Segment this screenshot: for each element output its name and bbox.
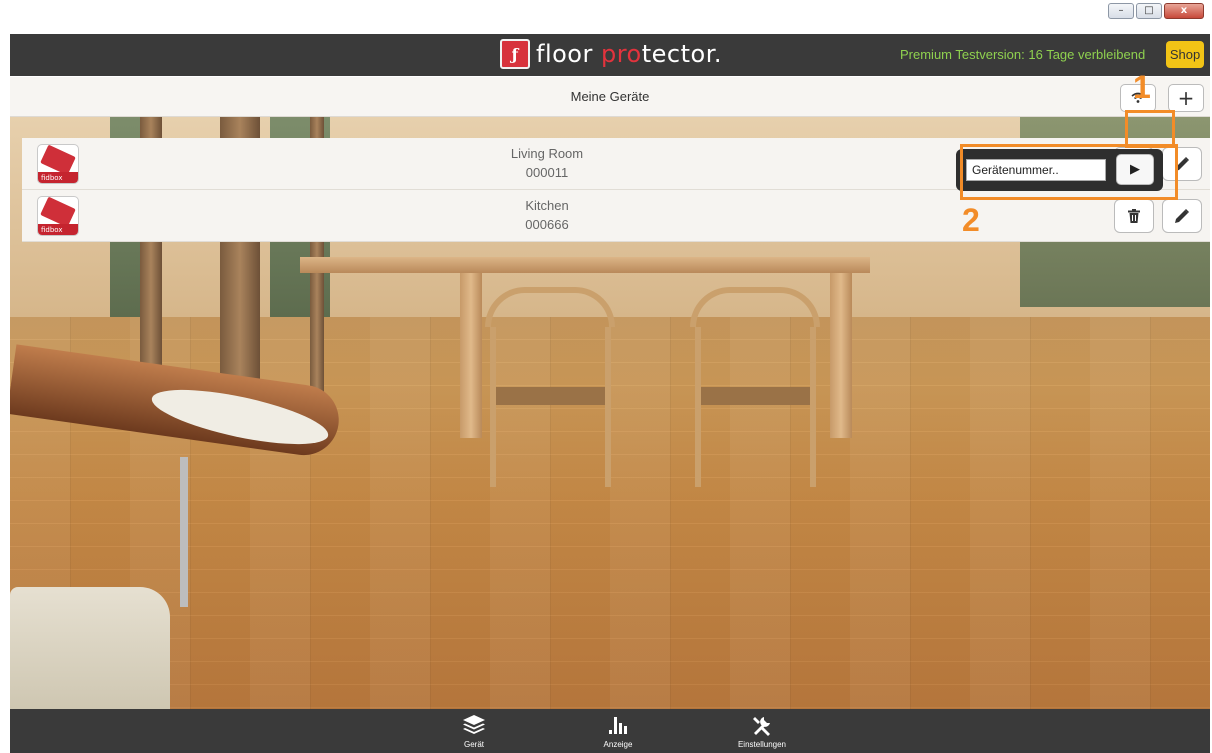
nav-label-einstellungen: Einstellungen [737,740,787,749]
close-button[interactable]: x [1164,3,1204,19]
nav-item-geraet[interactable]: Gerät [429,712,519,749]
device-id: 000666 [525,217,569,232]
pencil-icon [1175,209,1189,223]
nav-item-anzeige[interactable]: Anzeige [573,712,663,749]
logo-mark-icon: ƒ [500,39,530,69]
window-controls: – □ x [1108,3,1204,19]
nav-label-anzeige: Anzeige [603,740,633,749]
logo-text-tector: tector. [641,40,723,68]
device-number-input[interactable] [966,159,1106,181]
device-number-popup: ▶ [956,149,1163,191]
edit-device-button[interactable] [1162,199,1202,233]
play-icon: ▶ [1130,162,1140,177]
premium-trial-text: Premium Testversion: 16 Tage verbleibend [900,47,1146,62]
app-window: ƒ floor protector. Premium Testversion: … [10,34,1210,753]
device-name: Kitchen [525,198,569,213]
nav-item-einstellungen[interactable]: Einstellungen [717,712,807,749]
trash-icon [1128,209,1140,223]
shop-button[interactable]: Shop [1166,41,1204,68]
add-device-button[interactable]: + [1168,84,1204,112]
delete-device-button[interactable] [1114,199,1154,233]
logo-text: floor protector. [536,40,722,68]
logo: ƒ floor protector. [500,39,722,69]
minimize-button[interactable]: – [1108,3,1134,19]
device-name: Living Room [510,146,584,161]
annotation-number-2: 2 [962,202,980,238]
top-bar: ƒ floor protector. Premium Testversion: … [10,34,1210,76]
edit-device-button[interactable] [1162,147,1202,181]
annotation-number-1: 1 [1133,69,1151,105]
device-id: 000011 [525,165,569,180]
logo-text-floor: floor [536,40,601,68]
logo-text-pro: pro [600,40,642,68]
page-title: Meine Geräte [570,89,650,104]
bar-chart-icon [609,717,627,734]
device-row[interactable]: fidbox Kitchen 000666 [22,190,1210,242]
maximize-button[interactable]: □ [1136,3,1162,19]
pencil-icon [1175,157,1189,171]
bottom-navigation: Gerät Anzeige Einstellungen [10,709,1210,753]
submit-device-number-button[interactable]: ▶ [1116,154,1154,185]
tools-icon [753,717,770,736]
nav-label-geraet: Gerät [463,740,484,749]
layers-icon [463,715,485,734]
sub-header: Meine Geräte + [10,77,1210,117]
